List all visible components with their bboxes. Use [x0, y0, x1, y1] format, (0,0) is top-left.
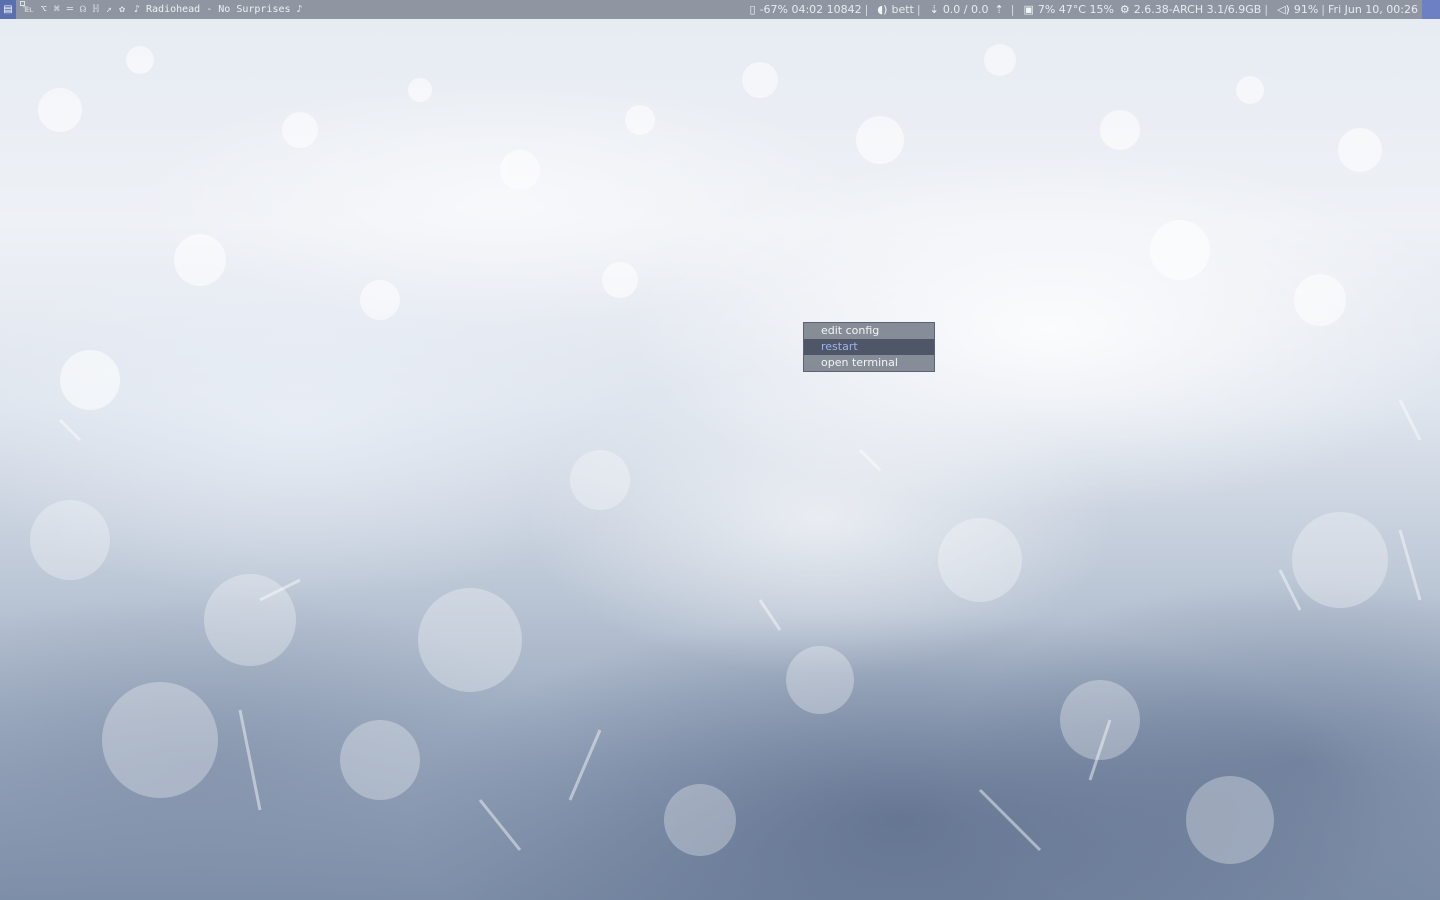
- top-status-bar: ▤ ℡ ⌥ ⌘ ═ ☊ ℍ ↗ ✿ ♪ Radiohead - No Surpr…: [0, 0, 1440, 19]
- separator: |: [1264, 3, 1269, 16]
- tag-1[interactable]: ℡: [20, 0, 34, 19]
- tag-3[interactable]: ⌘: [54, 0, 60, 19]
- date-time: Fri Jun 10, 00:26: [1328, 3, 1418, 16]
- separator: |: [1010, 3, 1015, 16]
- menu-item-edit-config[interactable]: edit config: [804, 323, 934, 339]
- tag-7[interactable]: ↗: [106, 0, 112, 19]
- wifi-network: bett: [891, 3, 914, 16]
- separator: |: [864, 3, 869, 16]
- separator: |: [1321, 3, 1326, 16]
- network-up-icon: ⇡: [994, 3, 1004, 16]
- separator: |: [916, 3, 921, 16]
- menu-item-restart[interactable]: restart: [804, 339, 934, 355]
- tag-5[interactable]: ☊: [80, 0, 86, 19]
- battery-icon: ▯: [749, 3, 756, 16]
- now-playing: ♪ Radiohead - No Surprises ♪: [133, 4, 303, 15]
- root-context-menu: edit config restart open terminal: [803, 322, 935, 372]
- battery-status: -67% 04:02 10842: [759, 3, 862, 16]
- gear-icon: ⚙: [1119, 3, 1130, 16]
- menu-item-open-terminal[interactable]: open terminal: [804, 355, 934, 371]
- tag-4[interactable]: ═: [67, 0, 73, 19]
- workspace-area: ▤ ℡ ⌥ ⌘ ═ ☊ ℍ ↗ ✿ ♪ Radiohead - No Surpr…: [0, 0, 303, 19]
- tag-2[interactable]: ⌥: [41, 0, 47, 19]
- corner-button[interactable]: [1422, 0, 1440, 19]
- volume-icon: ◁): [1277, 3, 1290, 16]
- cpu-icon: ▣: [1023, 3, 1034, 16]
- tag-6[interactable]: ℍ: [93, 0, 99, 19]
- network-traffic: 0.0 / 0.0: [942, 3, 989, 16]
- system-tray: ▯ -67% 04:02 10842 | ◖) bett | ⇣ 0.0 / 0…: [744, 0, 1440, 19]
- system-info: 2.6.38-ARCH 3.1/6.9GB: [1133, 3, 1262, 16]
- wifi-icon: ◖): [877, 3, 888, 16]
- network-down-icon: ⇣: [929, 3, 939, 16]
- cpu-status: 7% 47°C 15%: [1037, 3, 1114, 16]
- wallpaper-sparkles: [30, 44, 1422, 864]
- tag-8[interactable]: ✿: [119, 0, 125, 19]
- tile-layout-icon[interactable]: ▤: [0, 0, 16, 19]
- volume-level: 91%: [1293, 3, 1319, 16]
